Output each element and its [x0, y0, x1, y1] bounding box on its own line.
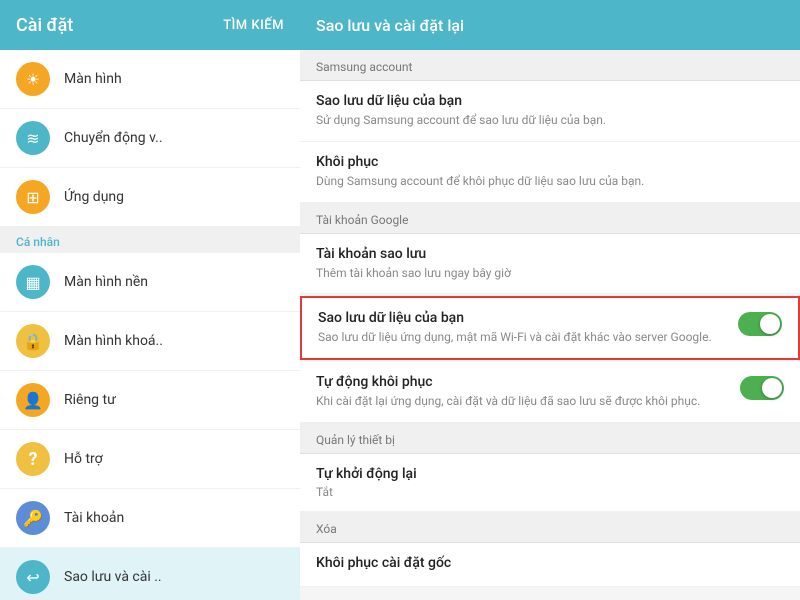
man-hinh-label: Màn hình [64, 71, 122, 87]
ho-tro-label: Hỗ trợ [64, 451, 103, 467]
menu-item[interactable]: ≋ Chuyển động v.. [0, 109, 300, 168]
tai-khoan-label: Tài khoản [64, 510, 124, 526]
tu-khoi-dong-lai-status: Tắt [316, 485, 784, 499]
settings-title: Cài đặt [16, 15, 73, 36]
khoi-phuc-title: Khôi phục [316, 154, 784, 170]
menu-item[interactable]: 🔒 Màn hình khoá.. [0, 312, 300, 371]
search-button[interactable]: TÌM KIẾM [223, 18, 284, 33]
left-panel: Cài đặt TÌM KIẾM ☀ Màn hình ≋ Chuyển độn… [0, 0, 300, 600]
tu-khoi-dong-lai[interactable]: Tự khởi động lại Tắt [300, 454, 800, 512]
sao-luu-du-lieu-samsung[interactable]: Sao lưu dữ liệu của bạn Sử dụng Samsung … [300, 81, 800, 142]
menu-item[interactable]: ▦ Màn hình nền [0, 253, 300, 312]
phone-container: Cài đặt TÌM KIẾM ☀ Màn hình ≋ Chuyển độn… [0, 0, 800, 600]
sao-luu-google-desc: Sao lưu dữ liệu ứng dụng, mật mã Wi-Fi v… [318, 329, 728, 346]
ung-dung-icon: ⊞ [16, 180, 50, 214]
right-panel: Sao lưu và cài đặt lại Samsung account S… [300, 0, 800, 600]
tu-dong-khoi-phuc-text: Tự động khôi phục Khi cài đặt lại ứng dụ… [316, 374, 730, 410]
left-header: Cài đặt TÌM KIẾM [0, 0, 300, 50]
khoi-phuc-samsung[interactable]: Khôi phục Dùng Samsung account để khôi p… [300, 142, 800, 203]
google-account-header: Tài khoản Google [300, 203, 800, 234]
right-scroll: Samsung account Sao lưu dữ liệu của bạn … [300, 50, 800, 600]
tai-khoan-sao-luu-desc: Thêm tài khoản sao lưu ngay bây giờ [316, 265, 784, 282]
tai-khoan-icon: 🔑 [16, 501, 50, 535]
khoi-phuc-desc: Dùng Samsung account để khôi phục dữ liệ… [316, 173, 784, 190]
rieng-tu-label: Riêng tư [64, 392, 116, 408]
tu-dong-khoi-phuc[interactable]: Tự động khôi phục Khi cài đặt lại ứng dụ… [300, 362, 800, 423]
right-header: Sao lưu và cài đặt lại [300, 0, 800, 50]
tu-dong-khoi-phuc-title: Tự động khôi phục [316, 374, 730, 390]
tu-dong-khoi-phuc-toggle[interactable] [740, 376, 784, 400]
menu-item[interactable]: 👤 Riêng tư [0, 371, 300, 430]
man-hinh-khoa-icon: 🔒 [16, 324, 50, 358]
menu-item[interactable]: ? Hỗ trợ [0, 430, 300, 489]
sao-luu-toggle[interactable] [738, 312, 782, 336]
xoa-header: Xóa [300, 512, 800, 543]
khoi-phuc-cai-dat-goc[interactable]: Khôi phục cài đặt gốc [300, 543, 800, 587]
tu-dong-khoi-phuc-desc: Khi cài đặt lại ứng dụng, cài đặt và dữ … [316, 393, 730, 410]
man-hinh-nen-icon: ▦ [16, 265, 50, 299]
man-hinh-nen-label: Màn hình nền [64, 274, 148, 290]
sao-luu-icon: ↩ [16, 560, 50, 594]
right-header-title: Sao lưu và cài đặt lại [316, 16, 464, 35]
rieng-tu-icon: 👤 [16, 383, 50, 417]
man-hinh-khoa-label: Màn hình khoá.. [64, 333, 163, 349]
sao-luu-google-text: Sao lưu dữ liệu của bạn Sao lưu dữ liệu … [318, 310, 728, 346]
sao-luu-label: Sao lưu và cài .. [64, 569, 162, 585]
man-hinh-icon: ☀ [16, 62, 50, 96]
tai-khoan-sao-luu-title: Tài khoản sao lưu [316, 246, 784, 262]
menu-item[interactable]: 🔑 Tài khoản [0, 489, 300, 548]
menu-item[interactable]: ⊞ Ứng dụng [0, 168, 300, 227]
sao-luu-du-lieu-google-highlighted[interactable]: Sao lưu dữ liệu của bạn Sao lưu dữ liệu … [300, 296, 800, 360]
ho-tro-icon: ? [16, 442, 50, 476]
ung-dung-label: Ứng dụng [64, 189, 124, 205]
ca-nhan-header: Cá nhân [0, 227, 300, 253]
chuyen-dong-label: Chuyển động v.. [64, 130, 163, 146]
samsung-account-header: Samsung account [300, 50, 800, 81]
chuyen-dong-icon: ≋ [16, 121, 50, 155]
quan-ly-thiet-bi-header: Quản lý thiết bị [300, 423, 800, 454]
left-menu-scroll: ☀ Màn hình ≋ Chuyển động v.. ⊞ Ứng dụng … [0, 50, 300, 600]
tu-khoi-dong-lai-title: Tự khởi động lại [316, 466, 784, 482]
sao-luu-samsung-title: Sao lưu dữ liệu của bạn [316, 93, 784, 109]
tai-khoan-sao-luu[interactable]: Tài khoản sao lưu Thêm tài khoản sao lưu… [300, 234, 800, 295]
sao-luu-google-title: Sao lưu dữ liệu của bạn [318, 310, 728, 326]
khoi-phuc-goc-title: Khôi phục cài đặt gốc [316, 555, 784, 571]
menu-item[interactable]: ☀ Màn hình [0, 50, 300, 109]
sao-luu-samsung-desc: Sử dụng Samsung account để sao lưu dữ li… [316, 112, 784, 129]
menu-item-sao-luu[interactable]: ↩ Sao lưu và cài .. [0, 548, 300, 600]
